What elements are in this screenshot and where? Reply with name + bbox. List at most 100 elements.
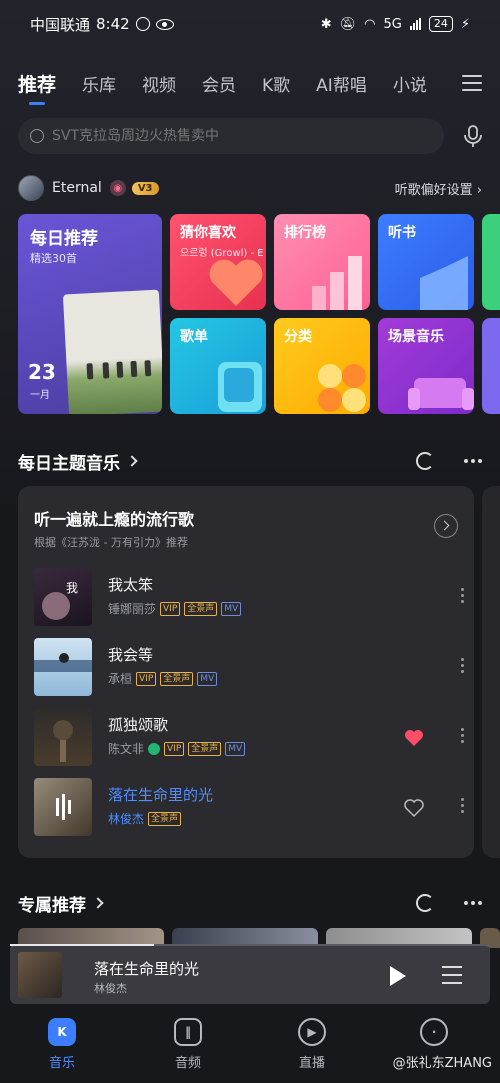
vip-level-badge: V3 [131, 181, 159, 195]
theme-card-go-button[interactable] [434, 514, 458, 538]
playlist-icon[interactable] [442, 966, 462, 984]
daily-subtitle: 精选30首 [30, 252, 77, 265]
tile-category[interactable]: 分类 [274, 318, 370, 414]
song-meta: 陈文非 VIP 全景声 MV [108, 740, 246, 757]
search-bar[interactable] [18, 118, 444, 154]
feature-cards: 每日推荐 精选30首 23 一月 猜你喜欢 으르렁 (Growl) - E 排行… [18, 214, 500, 416]
daily-recommend-card[interactable]: 每日推荐 精选30首 23 一月 [18, 214, 162, 414]
tile-guess-you-like[interactable]: 猜你喜欢 으르렁 (Growl) - E [170, 214, 266, 310]
next-theme-card-partial[interactable] [482, 486, 500, 858]
tab-novel[interactable]: 小说 [393, 71, 427, 96]
song-more-icon[interactable] [461, 798, 464, 813]
song-artist: 承桓 [108, 672, 133, 686]
book-icon [420, 256, 468, 310]
heart-outline-icon[interactable] [404, 798, 424, 818]
audio-icon: ‖ [174, 1018, 202, 1046]
tile-label: 分类 [284, 329, 312, 345]
top-nav: 推荐 乐库 视频 会员 K歌 AI帮唱 小说 [18, 64, 482, 102]
refresh-icon[interactable] [416, 452, 434, 470]
bottom-tab-music[interactable]: K 音乐 [32, 1018, 92, 1071]
microphone-icon[interactable] [462, 124, 484, 148]
song-cover: 我 [34, 568, 92, 626]
song-title: 落在生命里的光 [108, 786, 214, 804]
tile-partial-next-2[interactable] [482, 318, 500, 414]
daily-month: 一月 [30, 390, 50, 401]
song-row[interactable]: 孤独颂歌 陈文非 VIP 全景声 MV [34, 708, 464, 768]
category-icon [318, 364, 366, 412]
tile-label: 排行榜 [284, 225, 326, 241]
search-icon [30, 129, 44, 143]
wifi-icon: ◠ [364, 16, 376, 32]
tile-charts[interactable]: 排行榜 [274, 214, 370, 310]
svg-text:我: 我 [66, 581, 78, 595]
hd-icon [135, 17, 150, 31]
listening-preference-link[interactable]: 听歌偏好设置 › [395, 179, 482, 198]
bar-chart-icon [312, 256, 362, 310]
now-playing-artist: 林俊杰 [94, 982, 127, 995]
bottom-tab-audio[interactable]: ‖ 音频 [158, 1018, 218, 1071]
tab-ai-sing[interactable]: AI帮唱 [316, 71, 367, 96]
bottom-tab-chat[interactable]: · [404, 1018, 464, 1052]
daily-title: 每日推荐 [30, 229, 98, 249]
mv-tag[interactable]: MV [225, 741, 246, 756]
surround-tag: 全景声 [188, 741, 222, 756]
song-meta: 林俊杰 全景声 [108, 810, 182, 827]
theme-section-header[interactable]: 每日主题音乐 [18, 448, 482, 474]
more-icon[interactable] [464, 459, 482, 463]
sofa-icon [408, 378, 474, 410]
signal-icon [409, 18, 421, 30]
song-cover [34, 778, 92, 836]
search-input[interactable] [52, 128, 432, 144]
song-more-icon[interactable] [461, 588, 464, 603]
svip-badge-icon: ◉ [109, 180, 126, 196]
more-icon[interactable] [464, 901, 482, 905]
status-bar: 中国联通 8:42 ✱ 🔕︎ ◠ 5G 24 ⚡ [0, 0, 500, 48]
heart-filled-icon[interactable] [404, 728, 424, 748]
song-title: 孤独颂歌 [108, 716, 169, 734]
song-meta: 承桓 VIP 全景声 MV [108, 670, 218, 687]
tile-partial-next[interactable] [482, 214, 500, 310]
bottom-nav: K 音乐 ‖ 音频 ▶ 直播 · @张礼东ZHANG [0, 1010, 500, 1083]
playback-progress [10, 944, 154, 946]
theme-card-title: 听一遍就上瘾的流行歌 [34, 510, 195, 529]
tab-video[interactable]: 视频 [142, 71, 176, 96]
menu-icon[interactable] [462, 75, 482, 91]
song-artist: 陈文非 [108, 742, 145, 756]
mv-tag[interactable]: MV [197, 671, 218, 686]
tab-library[interactable]: 乐库 [82, 71, 116, 96]
refresh-icon[interactable] [416, 894, 434, 912]
play-icon[interactable] [390, 966, 406, 986]
tab-karaoke[interactable]: K歌 [262, 71, 290, 96]
song-more-icon[interactable] [461, 728, 464, 743]
avatar[interactable] [18, 175, 44, 201]
song-cover [34, 638, 92, 696]
song-row[interactable]: 我会等 承桓 VIP 全景声 MV [34, 638, 464, 698]
mute-icon: 🔕︎ [339, 16, 357, 32]
vip-tag: VIP [164, 741, 185, 756]
tile-audiobook[interactable]: 听书 [378, 214, 474, 310]
mv-tag[interactable]: MV [221, 601, 242, 616]
vip-tag: VIP [160, 601, 181, 616]
eye-icon [155, 18, 174, 30]
user-row: Eternal ◉ V3 听歌偏好设置 › [18, 174, 482, 202]
bottom-tab-live[interactable]: ▶ 直播 [282, 1018, 342, 1071]
bluetooth-icon: ✱ [320, 16, 332, 32]
username[interactable]: Eternal [52, 180, 102, 196]
surround-tag: 全景声 [148, 811, 182, 826]
surround-tag: 全景声 [160, 671, 194, 686]
tile-playlist[interactable]: 歌单 [170, 318, 266, 414]
theme-music-card: 听一遍就上瘾的流行歌 根据《汪苏泷 - 万有引力》推荐 我 我太笨 锤娜丽莎 V… [18, 486, 474, 858]
music-k-icon: K [48, 1018, 76, 1046]
chevron-right-icon [126, 455, 138, 467]
song-more-icon[interactable] [461, 658, 464, 673]
tile-scene-music[interactable]: 场景音乐 [378, 318, 474, 414]
tab-membership[interactable]: 会员 [202, 71, 236, 96]
tab-recommend[interactable]: 推荐 [18, 70, 56, 97]
song-row[interactable]: 我 我太笨 锤娜丽莎 VIP 全景声 MV [34, 568, 464, 628]
song-meta: 锤娜丽莎 VIP 全景声 MV [108, 600, 242, 617]
personal-section-header[interactable]: 专属推荐 [18, 890, 482, 916]
mini-player[interactable]: 落在生命里的光 林俊杰 [10, 944, 490, 1004]
surround-tag: 全景声 [184, 601, 218, 616]
song-row[interactable]: 落在生命里的光 林俊杰 全景声 [34, 778, 464, 838]
chat-bubble-icon: · [420, 1018, 448, 1046]
